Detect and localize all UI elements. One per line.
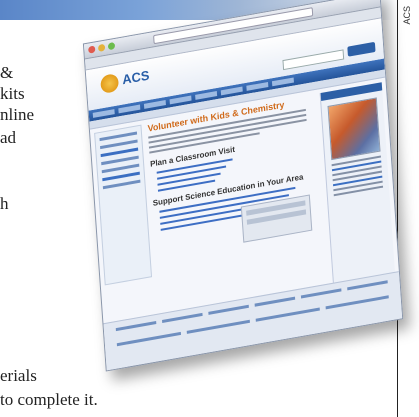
site-main-content: Volunteer with Kids & Chemistry Plan a C…: [147, 96, 318, 314]
article-text-line: ad: [0, 128, 17, 147]
footer-link: [115, 321, 157, 332]
footer-link: [162, 312, 203, 324]
article-text-line: &: [0, 63, 14, 82]
site-top-tab: [347, 41, 376, 57]
article-text-line: to complete it.: [0, 390, 98, 409]
acs-logo-icon: [100, 72, 120, 95]
left-nav-link: [102, 179, 141, 190]
photo-credit: ACS: [402, 6, 412, 25]
footer-link: [300, 288, 342, 299]
minimize-window-icon: [97, 43, 106, 52]
footer-link: [347, 280, 388, 291]
footer-link: [254, 296, 296, 307]
website-screenshot: ACS Volunteer with Kids & Chemistry Plan…: [82, 0, 404, 372]
close-window-icon: [88, 45, 96, 54]
site-search-box: [282, 49, 345, 71]
footer-link: [208, 304, 249, 315]
site-left-nav: [94, 124, 153, 286]
zoom-window-icon: [107, 42, 116, 51]
article-text-line: nline: [0, 105, 34, 124]
site-sidebar: [319, 82, 396, 284]
article-text-line: h: [0, 194, 9, 213]
column-rule: [397, 0, 398, 417]
browser-window: ACS Volunteer with Kids & Chemistry Plan…: [82, 0, 404, 372]
scientist-photo: [327, 97, 381, 161]
article-text-line: erials: [0, 366, 37, 385]
site-name: ACS: [121, 67, 150, 88]
article-text-line: kits: [0, 84, 25, 103]
